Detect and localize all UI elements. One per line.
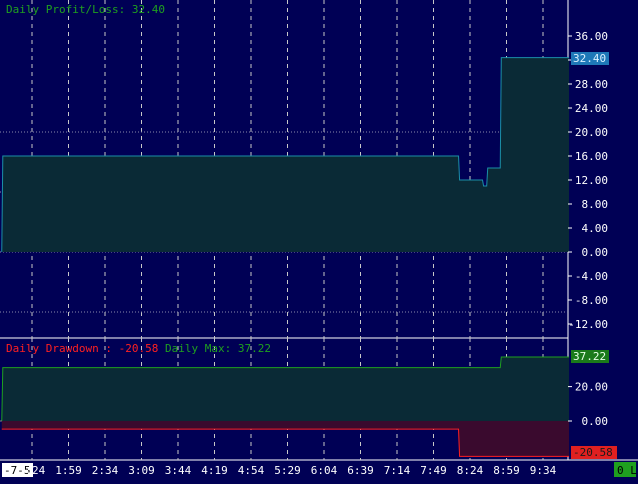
y-tick-label: -8.00 <box>575 294 608 307</box>
x-tick-label: 1:59 <box>55 464 82 477</box>
y-tick-label: 8.00 <box>582 198 609 211</box>
y-tick-label: 28.00 <box>575 78 608 91</box>
trading-chart-window: 36.0032.0028.0024.0020.0016.0012.008.004… <box>0 0 638 480</box>
y-tick-label: 16.00 <box>575 150 608 163</box>
x-tick-label: 5:29 <box>274 464 301 477</box>
profit-series <box>1 57 570 253</box>
y-tick-label: 4.00 <box>582 222 609 235</box>
max-area <box>1 356 570 421</box>
drawdown-legend: Daily Drawdown : -20.58 Daily Max: 37.22 <box>6 342 271 355</box>
x-tick-label: 3:44 <box>165 464 192 477</box>
x-tick-label: 6:04 <box>311 464 338 477</box>
x-tick-label: 4:19 <box>201 464 228 477</box>
y-tick-label: 36.00 <box>575 30 608 43</box>
corner-badge: 0 L <box>617 464 637 477</box>
y-tick-label: 0.00 <box>582 415 609 428</box>
drawdown-badge: -20.58 <box>573 446 613 459</box>
x-tick-label: 7:49 <box>420 464 447 477</box>
y-tick-label: 24.00 <box>575 102 608 115</box>
y-tick-label: -12.00 <box>568 318 608 331</box>
x-tick-label: 3:09 <box>128 464 155 477</box>
x-tick-label: 4:54 <box>238 464 265 477</box>
x-tick-label: 6:39 <box>347 464 374 477</box>
chart-canvas: 36.0032.0028.0024.0020.0016.0012.008.004… <box>0 0 638 477</box>
x-tick-label: 9:34 <box>530 464 557 477</box>
x-tick-label: 1:24 <box>19 464 46 477</box>
y-tick-label: 20.00 <box>575 126 608 139</box>
y-tick-label: -4.00 <box>575 270 608 283</box>
x-tick-label: 2:34 <box>92 464 119 477</box>
x-axis-labels: 1:24 1:59 2:34 3:09 3:44 4:19 4:54 5:29 6:04 6:39… <box>19 464 557 477</box>
max-badge: 37.22 <box>573 350 606 363</box>
x-tick-label: 8:24 <box>457 464 484 477</box>
x-tick-label: 8:59 <box>493 464 520 477</box>
profit-current-badge: 32.40 <box>573 52 606 65</box>
y-tick-label: 12.00 <box>575 174 608 187</box>
drawdown-series <box>0 356 570 457</box>
drawdown-area <box>1 421 570 457</box>
y-tick-label: 0.00 <box>582 246 609 259</box>
profit-title: Daily Profit/Loss: 32.40 <box>6 3 165 16</box>
y-tick-label: 20.00 <box>575 381 608 394</box>
profit-area <box>1 57 570 252</box>
y-axis-ticks: 36.0032.0028.0024.0020.0016.0012.008.004… <box>568 30 608 428</box>
x-tick-label: 7:14 <box>384 464 411 477</box>
